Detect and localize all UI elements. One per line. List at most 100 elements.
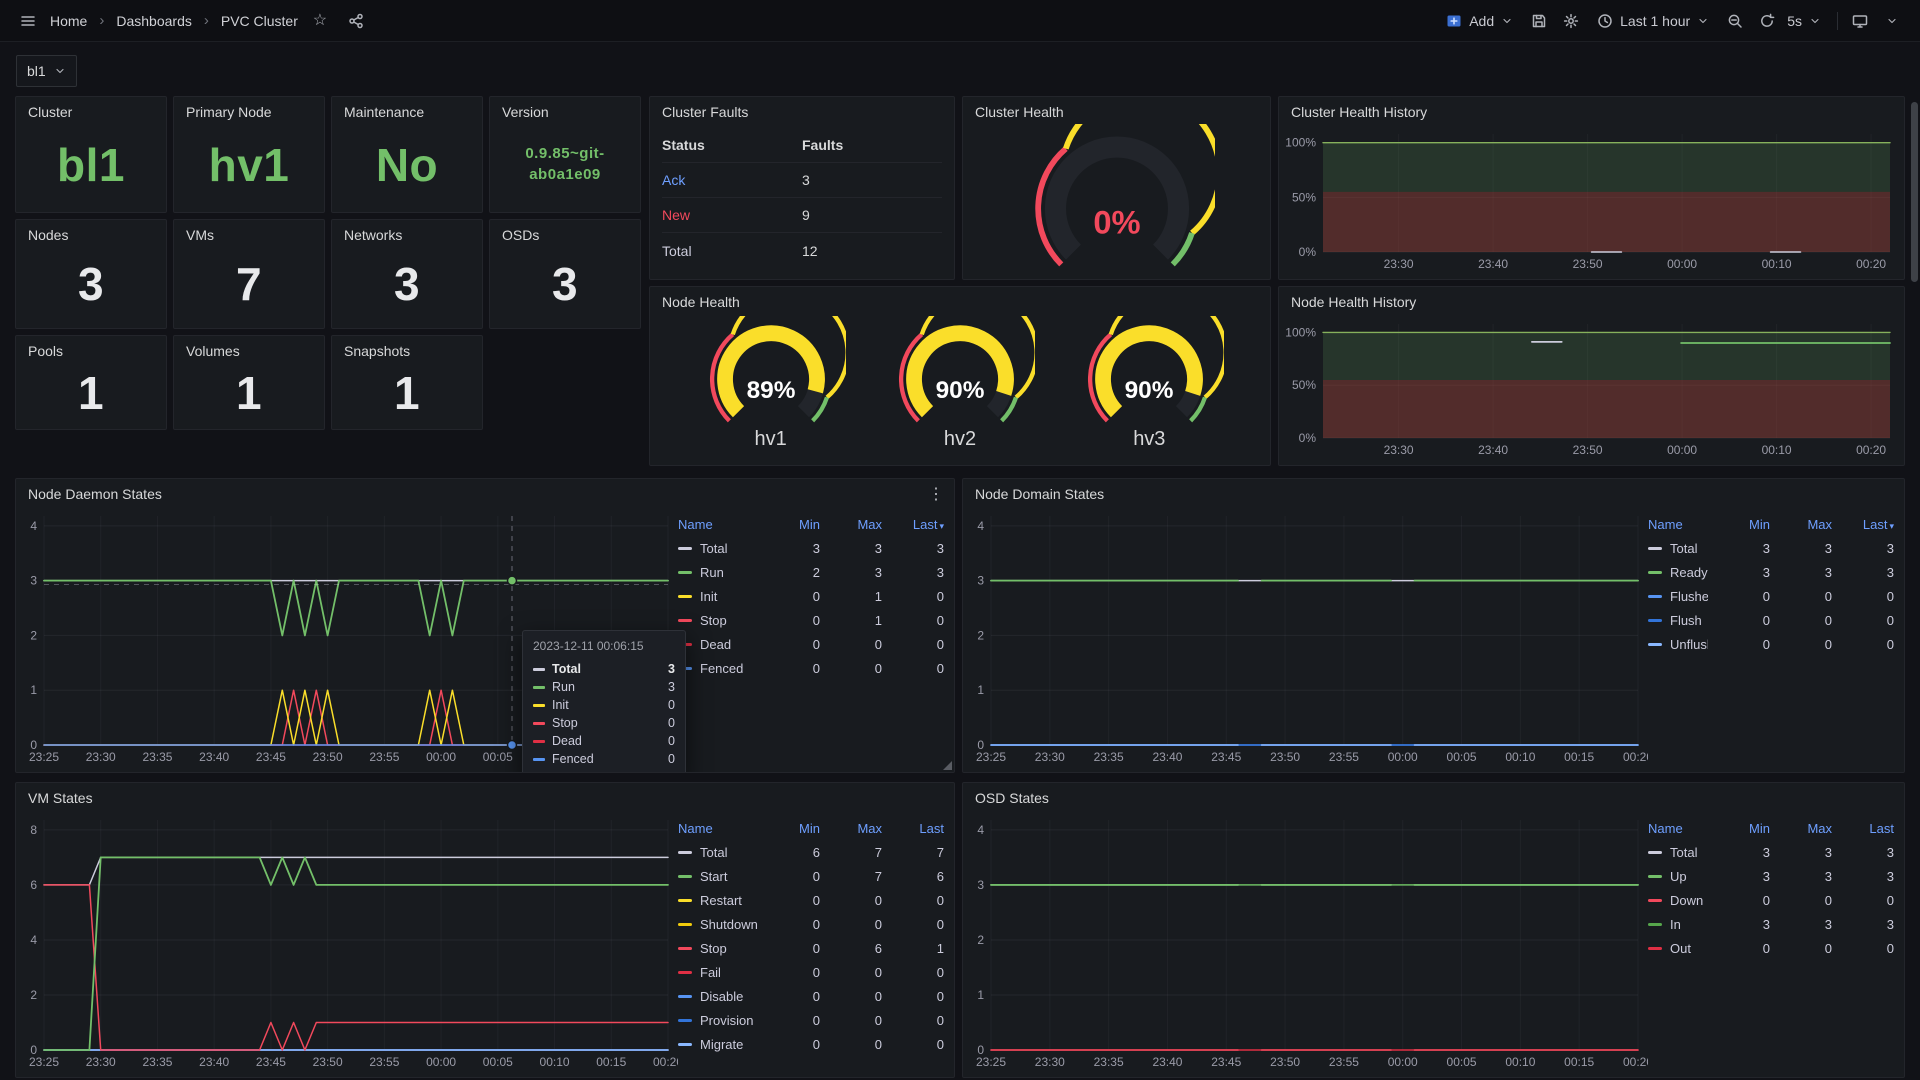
save-dashboard-icon[interactable]	[1525, 7, 1553, 35]
panel-node-health-history[interactable]: Node Health History 0%50%100%23:3023:402…	[1278, 286, 1905, 466]
legend-row[interactable]: Out 000	[1648, 936, 1894, 960]
vm-states-chart[interactable]: 0246823:2523:3023:3523:4023:4523:5023:55…	[18, 810, 678, 1072]
panel-menu-kebab-icon[interactable]: ⋮	[928, 484, 945, 504]
legend-row[interactable]: Total 333	[678, 536, 944, 560]
series-swatch	[678, 571, 692, 574]
breadcrumb-dashboards[interactable]: Dashboards	[116, 13, 192, 29]
panel-title: Node Health	[650, 287, 1270, 314]
legend-row[interactable]: In 333	[1648, 912, 1894, 936]
svg-text:23:25: 23:25	[29, 750, 59, 764]
legend-row[interactable]: Unflush 000	[1648, 632, 1894, 656]
svg-text:00:00: 00:00	[1667, 257, 1697, 271]
stat-panel-primary-node[interactable]: Primary Node hv1	[173, 96, 325, 213]
stat-panel-snapshots[interactable]: Snapshots 1	[331, 335, 483, 430]
breadcrumb-home[interactable]: Home	[50, 13, 87, 29]
gauge-value-text: 90%	[936, 377, 985, 404]
time-range-picker[interactable]: Last 1 hour	[1589, 6, 1717, 36]
zoom-out-time-icon[interactable]	[1721, 7, 1749, 35]
scrollbar-thumb[interactable]	[1911, 102, 1918, 282]
legend-row[interactable]: Provision 000	[678, 1008, 944, 1032]
panel-title: Nodes	[16, 220, 166, 247]
svg-text:100%: 100%	[1285, 325, 1316, 339]
svg-text:4: 4	[977, 823, 984, 837]
faults-row[interactable]: Total 12	[662, 233, 942, 268]
breadcrumb-separator: ›	[99, 12, 104, 29]
svg-text:23:40: 23:40	[1152, 750, 1182, 764]
stat-panel-vms[interactable]: VMs 7	[173, 219, 325, 329]
favorite-star-icon[interactable]: ☆	[306, 7, 334, 35]
add-button[interactable]: Add	[1438, 6, 1521, 36]
panel-cluster-health-history[interactable]: Cluster Health History 0%50%100%23:3023:…	[1278, 96, 1905, 280]
legend-row[interactable]: Restart 000	[678, 888, 944, 912]
series-area-Faults	[1323, 380, 1890, 438]
series-line-Total	[44, 857, 668, 885]
fault-status: Total	[662, 243, 802, 259]
legend-row[interactable]: Dead 000	[678, 632, 944, 656]
panel-node-domain-states[interactable]: Node Domain States 0123423:2523:3023:352…	[962, 478, 1905, 773]
svg-text:23:30: 23:30	[1384, 443, 1414, 457]
legend-row[interactable]: Down 000	[1648, 888, 1894, 912]
osd-states-chart[interactable]: 0123423:2523:3023:3523:4023:4523:5023:55…	[965, 810, 1648, 1072]
tv-mode-icon[interactable]	[1846, 7, 1874, 35]
dashboard-settings-gear-icon[interactable]	[1557, 7, 1585, 35]
stat-panel-maintenance[interactable]: Maintenance No	[331, 96, 483, 213]
legend-row[interactable]: Stop 010	[678, 608, 944, 632]
node-health-history-chart[interactable]: 0%50%100%23:3023:4023:5000:0000:1000:20	[1281, 314, 1900, 460]
page-scrollbar[interactable]	[1911, 42, 1919, 1080]
legend-row[interactable]: Fenced 000	[678, 656, 944, 680]
panel-osd-states[interactable]: OSD States 0123423:2523:3023:3523:4023:4…	[962, 782, 1905, 1078]
legend-row[interactable]: Disable 000	[678, 984, 944, 1008]
node-domain-states-chart[interactable]: 0123423:2523:3023:3523:4023:4523:5023:55…	[965, 506, 1648, 767]
nav-overflow-chevron-icon[interactable]	[1878, 7, 1906, 35]
faults-row[interactable]: New 9	[662, 198, 942, 233]
legend-row[interactable]: Run 233	[678, 560, 944, 584]
stat-panel-nodes[interactable]: Nodes 3	[15, 219, 167, 329]
legend-row[interactable]: Ready 333	[1648, 560, 1894, 584]
refresh-interval-picker[interactable]: 5s	[1785, 6, 1829, 36]
menu-icon[interactable]	[14, 7, 42, 35]
fault-status: New	[662, 207, 802, 223]
panel-resize-handle[interactable]	[943, 761, 952, 770]
legend-row[interactable]: Total 333	[1648, 536, 1894, 560]
stat-panel-pools[interactable]: Pools 1	[15, 335, 167, 430]
faults-row[interactable]: Ack 3	[662, 163, 942, 198]
refresh-icon[interactable]	[1753, 7, 1781, 35]
series-swatch	[678, 643, 692, 646]
svg-text:00:10: 00:10	[1505, 750, 1535, 764]
svg-text:23:30: 23:30	[1035, 750, 1065, 764]
cluster-health-history-chart[interactable]: 0%50%100%23:3023:4023:5000:0000:1000:20	[1281, 124, 1900, 274]
variable-dropdown-cluster[interactable]: bl1	[16, 55, 77, 87]
stat-panel-volumes[interactable]: Volumes 1	[173, 335, 325, 430]
stat-panel-osds[interactable]: OSDs 3	[489, 219, 641, 329]
legend-row[interactable]: Stop 061	[678, 936, 944, 960]
stat-panel-cluster[interactable]: Cluster bl1	[15, 96, 167, 213]
stat-value: bl1	[16, 124, 166, 205]
stat-panel-version[interactable]: Version 0.9.85~git-ab0a1e09	[489, 96, 641, 213]
cluster-health-gauge: 0%	[1019, 124, 1215, 274]
fault-count: 3	[802, 172, 942, 188]
legend-row[interactable]: Shutdown 000	[678, 912, 944, 936]
panel-cluster-faults[interactable]: Cluster Faults Status Faults Ack 3 New 9…	[649, 96, 955, 280]
gauge-value-text: 90%	[1125, 377, 1174, 404]
panel-node-health[interactable]: Node Health 89% hv1 90% hv2 90% hv3	[649, 286, 1271, 466]
stat-value: 1	[16, 363, 166, 422]
panel-cluster-health[interactable]: Cluster Health 0%	[962, 96, 1271, 280]
node-daemon-states-chart[interactable]: 0123423:2523:3023:3523:4023:4523:5023:55…	[18, 506, 678, 767]
legend-row[interactable]: Total 677	[678, 840, 944, 864]
svg-text:00:05: 00:05	[483, 1055, 513, 1069]
panel-node-daemon-states[interactable]: ⋮ Node Daemon States 0123423:2523:3023:3…	[15, 478, 955, 773]
legend-row[interactable]: Fail 000	[678, 960, 944, 984]
legend-row[interactable]: Flush 000	[1648, 608, 1894, 632]
legend-row[interactable]: Total 333	[1648, 840, 1894, 864]
svg-text:00:20: 00:20	[1623, 1055, 1648, 1069]
svg-text:0%: 0%	[1299, 431, 1317, 445]
legend-row[interactable]: Init 010	[678, 584, 944, 608]
legend-row[interactable]: Flushed 000	[1648, 584, 1894, 608]
legend-row[interactable]: Migrate 000	[678, 1032, 944, 1056]
stat-panel-networks[interactable]: Networks 3	[331, 219, 483, 329]
panel-vm-states[interactable]: VM States 0246823:2523:3023:3523:4023:45…	[15, 782, 955, 1078]
share-icon[interactable]	[342, 7, 370, 35]
legend-row[interactable]: Up 333	[1648, 864, 1894, 888]
gauge-node-label: hv3	[1133, 428, 1165, 451]
legend-row[interactable]: Start 076	[678, 864, 944, 888]
